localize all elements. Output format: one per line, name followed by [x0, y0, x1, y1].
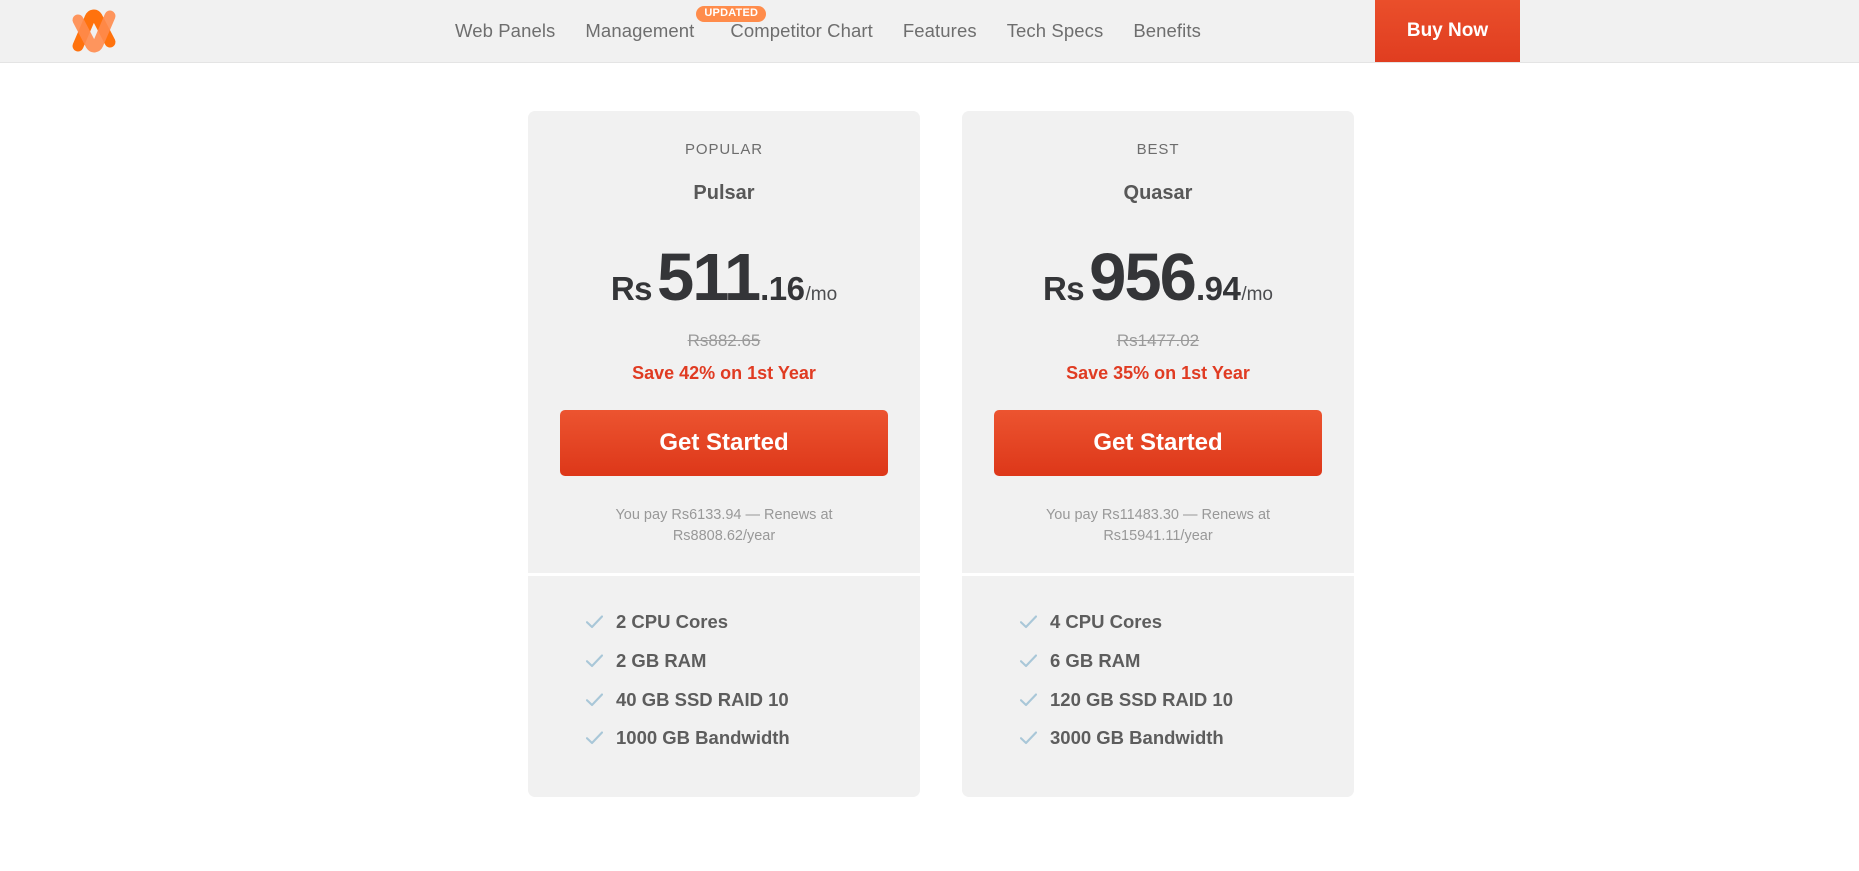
nav-item-label: Tech Specs: [1006, 20, 1104, 41]
list-item: 4 CPU Cores: [1020, 608, 1354, 636]
feature-label: 2 CPU Cores: [616, 611, 729, 633]
plan-old-price: Rs882.65: [687, 331, 761, 350]
buy-now-button[interactable]: Buy Now: [1375, 0, 1520, 62]
nav-item-label: Management: [585, 20, 695, 41]
plan-name: Pulsar: [693, 182, 755, 204]
list-item: 120 GB SSD RAID 10: [1020, 686, 1354, 714]
feature-label: 3000 GB Bandwidth: [1050, 727, 1224, 749]
nav-item-label: Benefits: [1133, 20, 1201, 41]
list-item: 2 GB RAM: [586, 647, 920, 675]
feature-label: 4 CPU Cores: [1050, 611, 1163, 633]
get-started-button[interactable]: Get Started: [560, 410, 888, 476]
list-item: 2 CPU Cores: [586, 608, 920, 636]
plan-renewal-text: You pay Rs11483.30 — Renews at Rs15941.1…: [1045, 507, 1271, 544]
price-cents: .16: [760, 270, 805, 307]
nav-item-benefits[interactable]: Benefits: [1133, 20, 1201, 42]
check-icon: [1020, 654, 1037, 667]
plan-feature-list: 2 CPU Cores 2 GB RAM 40 GB SSD RAID 10 1…: [528, 576, 920, 752]
plan-card-pulsar: POPULAR Pulsar Rs 511 .16 /mo Rs882.65 S…: [528, 111, 920, 797]
check-icon: [586, 731, 603, 745]
check-icon: [1020, 615, 1037, 629]
nav-item-web-panels[interactable]: Web Panels: [455, 20, 555, 42]
nav-item-label: Features: [902, 20, 977, 41]
plan-renewal-text: You pay Rs6133.94 — Renews at Rs8808.62/…: [615, 507, 833, 544]
list-item: 6 GB RAM: [1020, 647, 1354, 675]
check-icon: [1020, 692, 1037, 706]
plan-price: Rs 511 .16 /mo: [528, 239, 920, 316]
plan-name: Quasar: [1123, 182, 1193, 204]
plan-header: POPULAR Pulsar Rs 511 .16 /mo Rs882.65 S…: [528, 111, 920, 573]
namecheap-logo-icon[interactable]: [66, 8, 122, 54]
feature-label: 6 GB RAM: [1050, 649, 1141, 671]
price-currency: Rs: [1042, 270, 1085, 307]
nav-item-management[interactable]: Management UPDATED: [585, 6, 767, 42]
price-currency: Rs: [610, 270, 653, 307]
nav-item-competitor-chart[interactable]: Competitor Chart: [730, 20, 872, 42]
list-item: 1000 GB Bandwidth: [586, 724, 920, 752]
check-icon: [586, 615, 603, 629]
list-item: 3000 GB Bandwidth: [1020, 724, 1354, 752]
check-icon: [586, 692, 603, 706]
nav-item-label: Web Panels: [455, 20, 556, 41]
price-whole: 511: [657, 240, 761, 315]
primary-navigation: Web Panels Management UPDATED Competitor…: [455, 0, 1201, 62]
plan-save-text: Save 42% on 1st Year: [632, 363, 816, 383]
price-whole: 956: [1089, 240, 1197, 315]
plan-price: Rs 956 .94 /mo: [962, 239, 1354, 316]
feature-label: 40 GB SSD RAID 10: [616, 688, 789, 710]
price-period: /mo: [1241, 284, 1274, 305]
nav-item-features[interactable]: Features: [903, 20, 977, 42]
plan-old-price: Rs1477.02: [1116, 331, 1200, 350]
check-icon: [1020, 731, 1037, 745]
nav-item-tech-specs[interactable]: Tech Specs: [1007, 20, 1104, 42]
plan-badge: POPULAR: [685, 141, 763, 158]
plan-badge: BEST: [1136, 141, 1180, 158]
price-period: /mo: [805, 284, 838, 305]
plan-save-text: Save 35% on 1st Year: [1066, 363, 1250, 383]
get-started-button[interactable]: Get Started: [994, 410, 1322, 476]
list-item: 40 GB SSD RAID 10: [586, 686, 920, 714]
feature-label: 2 GB RAM: [616, 649, 707, 671]
feature-label: 1000 GB Bandwidth: [616, 727, 790, 749]
plan-header: BEST Quasar Rs 956 .94 /mo Rs1477.02 Sav…: [962, 111, 1354, 573]
check-icon: [586, 654, 603, 667]
site-header: Web Panels Management UPDATED Competitor…: [0, 0, 1859, 63]
feature-label: 120 GB SSD RAID 10: [1050, 688, 1234, 710]
plan-feature-list: 4 CPU Cores 6 GB RAM 120 GB SSD RAID 10 …: [962, 576, 1354, 752]
price-cents: .94: [1195, 270, 1241, 307]
plan-card-quasar: BEST Quasar Rs 956 .94 /mo Rs1477.02 Sav…: [962, 111, 1354, 797]
nav-item-label: Competitor Chart: [730, 20, 873, 41]
buy-now-label: Buy Now: [1406, 20, 1489, 41]
